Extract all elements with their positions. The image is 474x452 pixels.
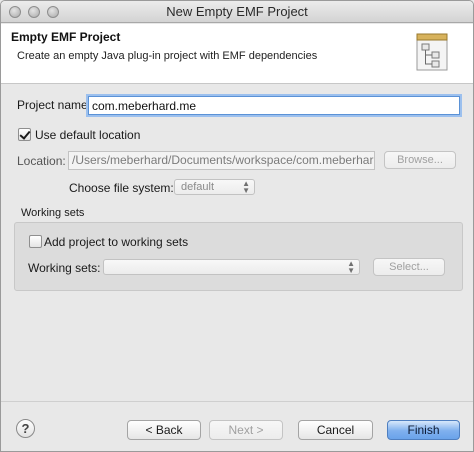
browse-button[interactable]: Browse... — [384, 151, 456, 169]
location-input[interactable]: /Users/meberhard/Documents/workspace/com… — [68, 151, 375, 170]
select-working-sets-button[interactable]: Select... — [373, 258, 445, 276]
project-name-label: Project name: — [17, 98, 92, 112]
file-system-value: default — [181, 181, 215, 193]
select-arrows-icon: ▲ ▼ — [347, 259, 355, 275]
file-system-label: Choose file system: — [69, 181, 174, 195]
footer-separator — [1, 401, 473, 402]
zoom-window-button[interactable] — [47, 6, 59, 18]
add-to-working-sets-checkbox[interactable] — [29, 235, 42, 248]
help-icon[interactable]: ? — [16, 419, 35, 438]
next-button[interactable]: Next > — [209, 420, 283, 440]
title-bar: New Empty EMF Project — [1, 1, 473, 23]
location-label: Location: — [17, 154, 66, 168]
dialog-window: New Empty EMF Project Empty EMF Project … — [0, 0, 474, 452]
minimize-window-button[interactable] — [28, 6, 40, 18]
working-sets-group — [14, 222, 463, 291]
cancel-button[interactable]: Cancel — [298, 420, 373, 440]
finish-button[interactable]: Finish — [387, 420, 460, 440]
project-name-input[interactable] — [88, 96, 460, 115]
working-sets-label: Working sets: — [28, 261, 101, 275]
wizard-page-title: Empty EMF Project — [11, 30, 121, 44]
wizard-project-icon — [416, 33, 448, 71]
wizard-header: Empty EMF Project Create an empty Java p… — [1, 24, 473, 84]
add-to-working-sets-label: Add project to working sets — [44, 235, 189, 249]
back-button[interactable]: < Back — [127, 420, 201, 440]
working-sets-select[interactable]: ▲ ▼ — [103, 259, 360, 275]
use-default-location-label: Use default location — [35, 128, 141, 142]
file-system-select[interactable]: default ▲ ▼ — [174, 179, 255, 195]
select-arrows-icon: ▲ ▼ — [242, 179, 250, 195]
window-title: New Empty EMF Project — [166, 4, 308, 19]
close-window-button[interactable] — [9, 6, 21, 18]
use-default-location-checkbox[interactable] — [18, 128, 31, 141]
wizard-page-description: Create an empty Java plug-in project wit… — [17, 50, 318, 62]
working-sets-group-label: Working sets — [21, 207, 85, 219]
